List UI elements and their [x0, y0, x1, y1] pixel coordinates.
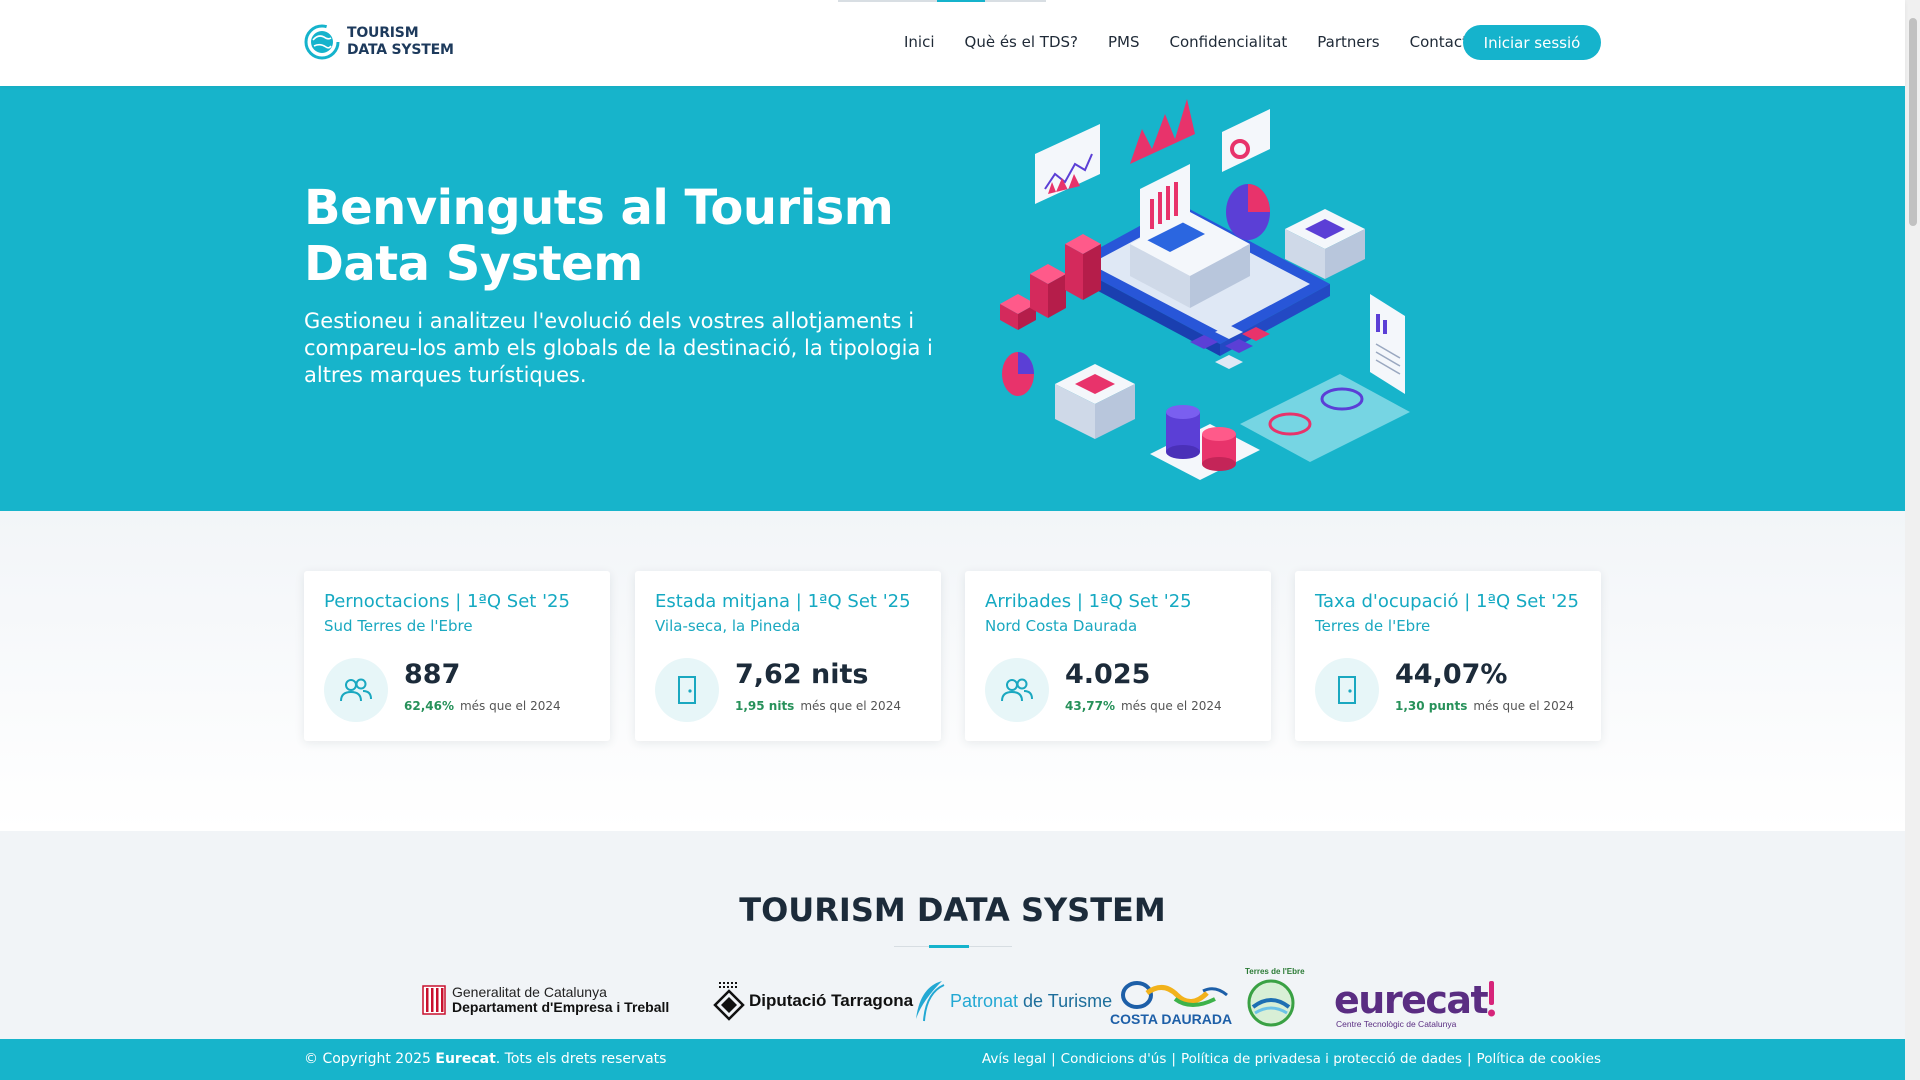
- stat-subtitle: Sud Terres de l'Ebre: [324, 617, 473, 635]
- link-condicions-us[interactable]: Condicions d'ús: [1061, 1051, 1167, 1067]
- partner-eurecat[interactable]: eurecat Centre Tecnològic de Catalunya: [1334, 979, 1497, 1029]
- copyright-text: © Copyright 2025 Eurecat. Tots els drets…: [304, 1051, 666, 1067]
- partner-costa-daurada[interactable]: COSTA DAURADA: [1110, 979, 1232, 1027]
- eurecat-label: eurecat: [1334, 978, 1489, 1022]
- stat-subtitle: Vila-seca, la Pineda: [655, 617, 801, 635]
- site-logo[interactable]: TOURISM DATA SYSTEM: [304, 24, 454, 60]
- cylinders: [1150, 405, 1260, 480]
- generalitat-line-2: Departament d'Empresa i Treball: [452, 999, 670, 1015]
- stat-title: Taxa d'ocupació | 1ªQ Set '25: [1315, 591, 1579, 612]
- costa-daurada-wave-icon: [1121, 981, 1229, 1009]
- people-icon: [324, 658, 388, 722]
- bar-stack-left: [1000, 234, 1101, 330]
- scrollbar-thumb[interactable]: [1909, 18, 1917, 226]
- partners-title: TOURISM DATA SYSTEM: [739, 891, 1166, 929]
- stat-card-arribades: Arribades | 1ªQ Set '25 Nord Costa Daura…: [965, 571, 1271, 741]
- logo-line-1: TOURISM: [347, 25, 419, 41]
- diputacio-emblem-icon: [713, 982, 745, 1021]
- stat-delta-text: més que el 2024: [459, 699, 561, 713]
- patronat-label: Patronat de Turisme: [950, 991, 1112, 1012]
- stat-value: 4.025: [1065, 659, 1151, 690]
- globe-logo-icon: [304, 24, 340, 60]
- stat-value: 7,62 nits: [735, 659, 869, 690]
- floating-pie-chart: [1226, 184, 1270, 240]
- costa-daurada-label: COSTA DAURADA: [1110, 1011, 1233, 1027]
- stats-section: Pernoctacions | 1ªQ Set '25 Sud Terres d…: [0, 511, 1905, 831]
- stat-delta-text: més que el 2024: [800, 699, 901, 713]
- bottom-left-box: [1055, 364, 1135, 439]
- stat-card-taxa-ocupacio: Taxa d'ocupació | 1ªQ Set '25 Terres de …: [1295, 571, 1601, 741]
- partner-logos: Generalitat de Catalunya Departament d'E…: [0, 967, 1905, 1035]
- door-icon: [655, 658, 719, 722]
- partner-generalitat[interactable]: Generalitat de Catalunya Departament d'E…: [422, 985, 669, 1015]
- copyright-suffix: . Tots els drets reservats: [495, 1051, 667, 1067]
- partner-diputacio[interactable]: Diputació Tarragona: [713, 979, 913, 1023]
- isometric-dashboard-illustration: [1000, 99, 1410, 480]
- nav-pms[interactable]: PMS: [1108, 33, 1140, 51]
- site-header: TOURISM DATA SYSTEM Inici Què és el TDS?…: [0, 0, 1905, 86]
- stat-card-pernoctacions: Pernoctacions | 1ªQ Set '25 Sud Terres d…: [304, 571, 610, 741]
- logo-line-2: DATA SYSTEM: [347, 42, 454, 58]
- floating-gauge-card: [1222, 109, 1270, 172]
- terres-ebre-emblem-icon: [1247, 979, 1295, 1027]
- stat-delta-value: 43,77%: [1065, 699, 1115, 713]
- hero-title: Benvinguts al Tourism Data System: [304, 180, 894, 292]
- generalitat-emblem-icon: [422, 985, 446, 1015]
- bottom-right-panel: [1240, 374, 1410, 462]
- diputacio-label: Diputació Tarragona: [749, 991, 914, 1010]
- link-politica-privadesa[interactable]: Política de privadesa i protecció de dad…: [1181, 1051, 1462, 1067]
- floating-mountain-chart: [1130, 99, 1195, 164]
- partners-section: TOURISM DATA SYSTEM Generalitat de Catal…: [0, 831, 1905, 1039]
- hero-section: Benvinguts al Tourism Data System Gestio…: [0, 86, 1905, 511]
- stat-subtitle: Nord Costa Daurada: [985, 617, 1138, 635]
- hero-subtitle: Gestioneu i analitzeu l'evolució dels vo…: [304, 309, 933, 387]
- eurecat-subtitle: Centre Tecnològic de Catalunya: [1336, 1019, 1457, 1029]
- main-nav: Inici Què és el TDS? PMS Confidencialita…: [904, 22, 1507, 62]
- stat-title: Estada mitjana | 1ªQ Set '25: [655, 591, 911, 612]
- stat-delta-value: 1,95 nits: [735, 699, 795, 713]
- floating-chart-card: [1035, 124, 1100, 204]
- patronat-label-a: Patronat: [950, 990, 1024, 1011]
- people-icon: [985, 658, 1049, 722]
- stat-subtitle: Terres de l'Ebre: [1315, 617, 1431, 635]
- logo-wordmark: TOURISM DATA SYSTEM: [347, 25, 454, 59]
- site-footer: © Copyright 2025 Eurecat. Tots els drets…: [0, 1039, 1905, 1080]
- partner-terres-ebre[interactable]: Terres de l'Ebre: [1241, 967, 1305, 1029]
- stat-value: 887: [404, 659, 461, 690]
- left-pie-chart: [1002, 352, 1034, 396]
- link-avis-legal[interactable]: Avís legal: [982, 1051, 1046, 1067]
- stat-delta-text: més que el 2024: [1473, 699, 1574, 713]
- terres-ebre-label: Terres de l'Ebre: [1245, 967, 1305, 976]
- stat-title: Pernoctacions | 1ªQ Set '25: [324, 591, 570, 612]
- page-scrollbar[interactable]: [1905, 0, 1920, 1080]
- stat-delta: 43,77% més que el 2024: [1065, 699, 1222, 713]
- nav-inici[interactable]: Inici: [904, 33, 935, 51]
- nav-que-es-tds[interactable]: Què és el TDS?: [965, 33, 1078, 51]
- title-divider: [894, 945, 1012, 948]
- patronat-emblem-icon: [916, 981, 945, 1022]
- stat-delta: 1,95 nits més que el 2024: [735, 699, 901, 713]
- stat-title: Arribades | 1ªQ Set '25: [985, 591, 1192, 612]
- stat-delta: 1,30 punts més que el 2024: [1395, 699, 1574, 713]
- floating-document: [1370, 294, 1405, 394]
- stat-delta-text: més que el 2024: [1120, 699, 1222, 713]
- login-button[interactable]: Iniciar sessió: [1463, 25, 1601, 60]
- legal-links: Avís legal | Condicions d'ús | Política de p…: [981, 1051, 1601, 1067]
- stat-card-estada-mitjana: Estada mitjana | 1ªQ Set '25 Vila-seca, …: [635, 571, 941, 741]
- door-icon: [1315, 658, 1379, 722]
- copyright-prefix: © Copyright 2025: [304, 1051, 436, 1067]
- eurecat-exclaim-icon: [1488, 981, 1496, 1017]
- patronat-label-b: de Turisme: [1023, 990, 1113, 1011]
- stat-delta-value: 1,30 punts: [1395, 699, 1468, 713]
- nav-partners[interactable]: Partners: [1317, 33, 1379, 51]
- link-politica-cookies[interactable]: Política de cookies: [1477, 1051, 1601, 1067]
- page-load-indicator: [838, 0, 1046, 2]
- nav-confidencialitat[interactable]: Confidencialitat: [1170, 33, 1288, 51]
- copyright-brand-link[interactable]: Eurecat: [435, 1051, 495, 1067]
- stat-value: 44,07%: [1395, 659, 1508, 690]
- stat-delta-value: 62,46%: [404, 699, 454, 713]
- partner-patronat[interactable]: Patronat de Turisme: [912, 979, 1112, 1023]
- generalitat-line-1: Generalitat de Catalunya: [452, 984, 607, 1000]
- stat-delta: 62,46% més que el 2024: [404, 699, 561, 713]
